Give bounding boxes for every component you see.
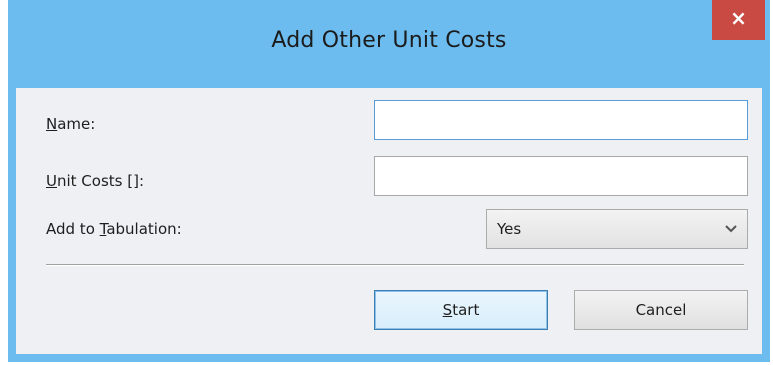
chevron-down-icon xyxy=(725,225,737,233)
title-bar[interactable]: Add Other Unit Costs × xyxy=(8,0,770,88)
dialog-body: Name: Unit Costs []: Add to Tabulation: … xyxy=(16,88,762,354)
start-button-accelerator: S xyxy=(442,301,453,319)
unit-costs-field[interactable] xyxy=(374,156,748,196)
close-icon: × xyxy=(730,6,747,30)
divider xyxy=(46,264,744,266)
cancel-button[interactable]: Cancel xyxy=(574,290,748,330)
start-button[interactable]: Start xyxy=(374,290,548,330)
name-label-rest: ame: xyxy=(57,115,96,133)
tabulation-selected-value: Yes xyxy=(497,220,522,238)
name-label: Name: xyxy=(46,115,95,133)
cancel-button-label: Cancel xyxy=(635,301,687,319)
unit-costs-label-accelerator: U xyxy=(46,172,57,190)
tabulation-label-rest: abulation: xyxy=(106,220,182,238)
tabulation-label-prefix: Add to xyxy=(46,220,100,238)
dialog-title: Add Other Unit Costs xyxy=(271,28,507,53)
tabulation-label: Add to Tabulation: xyxy=(46,220,182,238)
close-button[interactable]: × xyxy=(712,0,765,40)
unit-costs-label: Unit Costs []: xyxy=(46,172,144,190)
dialog-window: Add Other Unit Costs × Name: Unit Costs … xyxy=(8,0,770,362)
start-button-label: tart xyxy=(452,301,480,319)
name-field[interactable] xyxy=(374,100,748,140)
tabulation-dropdown[interactable]: Yes xyxy=(486,209,748,249)
name-label-accelerator: N xyxy=(46,115,58,133)
unit-costs-label-rest: nit Costs []: xyxy=(56,172,144,190)
